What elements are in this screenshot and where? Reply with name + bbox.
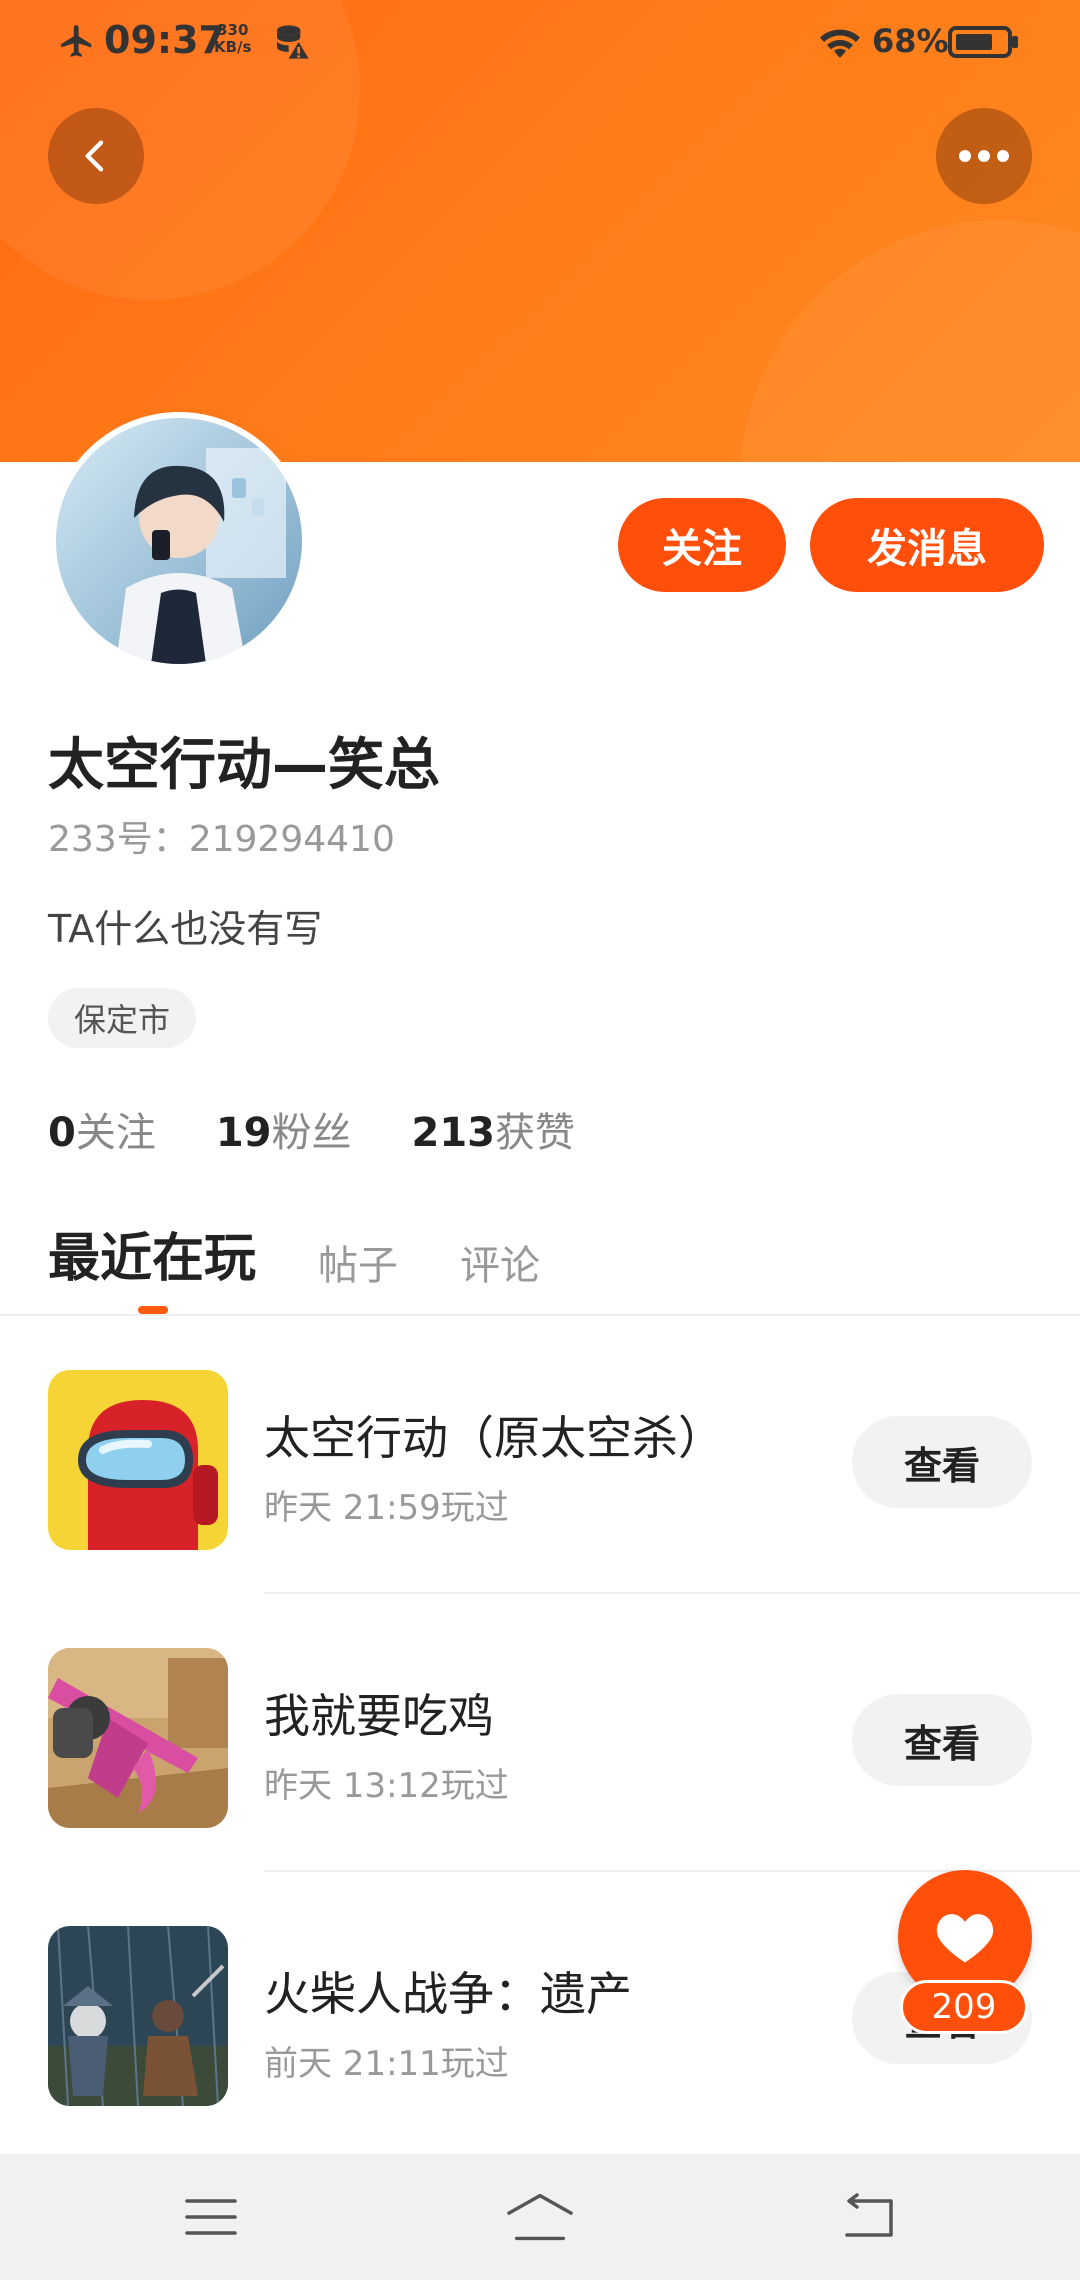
system-nav-bar: [0, 2154, 1080, 2280]
network-speed: 330 KB/s: [214, 22, 251, 56]
location-tag: 保定市: [48, 988, 197, 1048]
game-title: 我就要吃鸡: [264, 1689, 494, 1743]
network-speed-unit: KB/s: [214, 38, 252, 56]
banner-decoration: [740, 220, 1080, 462]
tab-active-indicator: [138, 1306, 168, 1314]
menu-icon: [185, 2199, 237, 2235]
game-list-item[interactable]: 我就要吃鸡 昨天 13:12玩过 查看: [0, 1594, 1080, 1872]
game-played-time: 昨天 13:12玩过: [264, 1766, 509, 1806]
battery-icon: [948, 26, 1018, 58]
status-bar: 09:37 330 KB/s 68%: [0, 0, 1080, 84]
stat-likes[interactable]: 213获赞: [412, 1100, 576, 1158]
chevron-left-icon: [85, 140, 104, 172]
network-speed-value: 330: [217, 21, 249, 39]
more-dots-icon: [959, 150, 1009, 162]
game-icon-space-action: [48, 1370, 228, 1550]
profile-banner: 09:37 330 KB/s 68%: [0, 0, 1080, 462]
stat-fans[interactable]: 19粉丝: [216, 1100, 352, 1158]
game-icon-chicken: [48, 1648, 228, 1828]
bio: TA什么也没有写: [48, 907, 323, 951]
stat-fans-label: 粉丝: [271, 1110, 352, 1156]
nav-back-button[interactable]: [834, 2184, 904, 2250]
heart-icon: [936, 1914, 994, 1963]
clock: 09:37: [104, 18, 225, 62]
username: 太空行动—笑总: [48, 733, 440, 798]
tab-comments[interactable]: 评论: [460, 1233, 540, 1291]
game-played-time: 昨天 21:59玩过: [264, 1488, 509, 1528]
data-saver-icon: [277, 25, 309, 59]
stat-following-count: 0: [48, 1110, 76, 1156]
game-played-time: 前天 21:11玩过: [264, 2044, 509, 2084]
wifi-icon: [820, 29, 860, 58]
user-id: 233号：219294410: [48, 819, 395, 860]
game-title: 火柴人战争：遗产: [264, 1967, 632, 2021]
profile-stats: 0关注 19粉丝 213获赞: [48, 1100, 635, 1158]
battery-percent: 68%: [872, 22, 949, 60]
stat-following[interactable]: 0关注: [48, 1100, 156, 1158]
view-button[interactable]: 查看: [852, 1416, 1032, 1508]
more-button[interactable]: [936, 108, 1032, 204]
game-title: 太空行动（原太空杀）: [264, 1411, 724, 1465]
nav-home-button[interactable]: [505, 2184, 575, 2250]
nav-menu-button[interactable]: [176, 2184, 246, 2250]
stat-following-label: 关注: [75, 1110, 156, 1156]
avatar-image: [56, 418, 302, 664]
home-icon: [507, 2193, 573, 2241]
game-icon-stick-war: [48, 1926, 228, 2106]
game-list-item[interactable]: 太空行动（原太空杀） 昨天 21:59玩过 查看: [0, 1316, 1080, 1594]
profile-tabs: 最近在玩 帖子 评论: [48, 1216, 602, 1291]
back-button[interactable]: [48, 108, 144, 204]
location-label: 保定市: [74, 1001, 171, 1039]
avatar[interactable]: [50, 412, 308, 670]
send-message-button[interactable]: 发消息: [810, 498, 1044, 592]
tab-posts[interactable]: 帖子: [318, 1233, 398, 1291]
tab-recently-played[interactable]: 最近在玩: [48, 1216, 256, 1291]
airplane-mode-icon: [61, 25, 92, 57]
follow-button[interactable]: 关注: [618, 498, 786, 592]
stat-likes-label: 获赞: [495, 1110, 576, 1156]
view-button[interactable]: 查看: [852, 1694, 1032, 1786]
like-count-badge: 209: [900, 1980, 1028, 2034]
back-arrow-icon: [845, 2193, 893, 2237]
stat-likes-count: 213: [411, 1110, 496, 1156]
stat-fans-count: 19: [215, 1110, 272, 1156]
